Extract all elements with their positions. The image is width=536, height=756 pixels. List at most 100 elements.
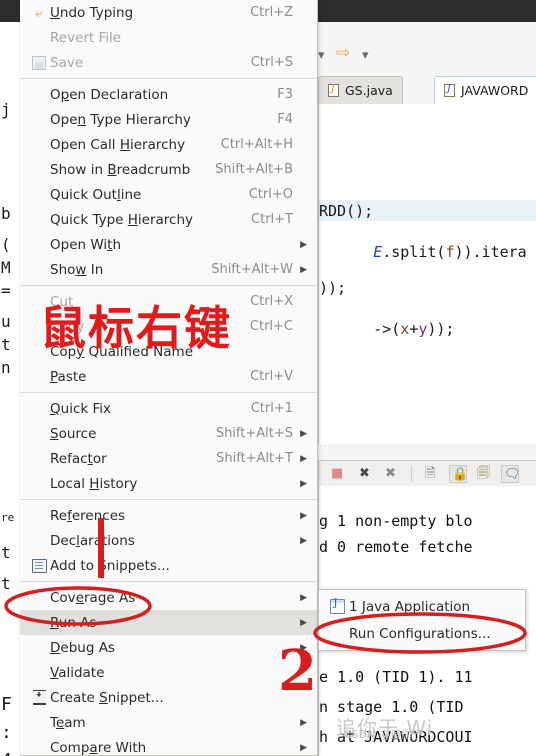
menu-item-label: Declarations (50, 532, 135, 549)
menu-item-local-history[interactable]: Local History ▶ (20, 471, 317, 496)
menu-item-refactor[interactable]: Refactor Shift+Alt+T ▶ (20, 446, 317, 471)
tab-label: JAVAWORD (461, 83, 529, 98)
menu-item-source[interactable]: Source Shift+Alt+S ▶ (20, 421, 317, 446)
java-file-icon (444, 83, 456, 98)
java-file-warning-icon (328, 83, 340, 98)
menu-separator (20, 285, 317, 286)
menu-item-coverage-as[interactable]: Coverage As ▶ (20, 585, 317, 610)
menu-item-open-with[interactable]: Open With ▶ (20, 232, 317, 257)
toolbar-dropdown-caret-icon[interactable]: ▾ (318, 48, 325, 63)
code-line: ->(x+y)); (373, 320, 455, 338)
menu-item-create-snippet[interactable]: Create Snippet...▶ (20, 685, 317, 710)
menu-item-label: Open Type Hierarchy (50, 111, 191, 128)
submenu-arrow-icon: ▶ (300, 592, 307, 603)
code-editor[interactable]: RDD(); E.split(f)).itera )); ->(x+y)); (318, 104, 536, 444)
console-line: d 0 remote fetche (319, 538, 473, 556)
forward-arrow-icon[interactable]: ⇨ (336, 43, 350, 63)
menu-item-label: Source (50, 425, 97, 442)
menu-item-declarations[interactable]: Declarations ▶ (20, 528, 317, 553)
clear-console-icon[interactable]: 🗎 (423, 465, 441, 483)
menu-item-label: Quick Type Hierarchy (50, 211, 194, 228)
menu-item-save: SaveCtrl+S▶ (20, 50, 317, 75)
scroll-lock-icon[interactable]: 🔒 (449, 465, 468, 483)
context-menu[interactable]: ⤷Undo TypingCtrl+Z▶Revert File▶ Save Ctrl+… (20, 0, 318, 756)
tab-gs-java[interactable]: GS.java (318, 76, 403, 104)
menu-item-accelerator: Ctrl+O (248, 187, 293, 202)
chinese-annotation: 鼠标右键 (40, 301, 232, 355)
submenu-arrow-icon: ▶ (300, 617, 307, 628)
console-line: g 1 non-empty blo (319, 512, 473, 530)
menu-item-run-as[interactable]: Run As ▶ (20, 610, 317, 635)
menu-item-label: Compare With (50, 739, 147, 756)
menu-item-label: Save (50, 54, 84, 71)
menu-item-label: Coverage As (50, 589, 136, 606)
code-line: )); (319, 279, 347, 297)
menu-item-label: Run As (50, 614, 97, 631)
console-line: e 1.0 (TID 1). 11 (319, 668, 473, 686)
undo-icon: ⤷ (35, 4, 43, 21)
display-selected-console-icon[interactable]: 🗨 (501, 465, 521, 483)
menu-item-quick-type-hierarchy[interactable]: Quick Type HierarchyCtrl+T▶ (20, 207, 317, 232)
menu-item-revert-file: Revert File▶ (20, 25, 317, 50)
menu-item-accelerator: Ctrl+Z (250, 5, 293, 20)
menu-item-accelerator: Ctrl+S (250, 55, 293, 70)
submenu-item-label: 1 Java Application (349, 598, 471, 615)
submenu-item-run-configurations[interactable]: Run Configurations... (319, 620, 525, 647)
menu-item-open-type-hierarchy[interactable]: Open Type HierarchyF4▶ (20, 107, 317, 132)
menu-item-accelerator: Shift+Alt+W (211, 262, 293, 277)
tab-javaword[interactable]: JAVAWORD (434, 76, 536, 104)
menu-item-label: Local History (50, 475, 138, 492)
menu-item-accelerator: F4 (277, 112, 293, 127)
menu-item-validate[interactable]: Validate▶ (20, 660, 317, 685)
menu-item-label: Open Call Hierarchy (50, 136, 186, 153)
menu-item-label: Show in Breadcrumb (50, 161, 191, 178)
submenu-arrow-icon: ▶ (300, 428, 307, 439)
console-toolbar: ■ ✖ ✖ 🗎 🔒 🗐 🗨 (318, 460, 536, 487)
code-line: RDD(); (319, 202, 374, 220)
menu-separator (20, 581, 317, 582)
toolbar-menu-caret-icon[interactable]: ▾ (362, 48, 369, 63)
menu-item-open-call-hierarchy[interactable]: Open Call HierarchyCtrl+Alt+H▶ (20, 132, 317, 157)
menu-item-add-to-snippets[interactable]: Add to Snippets...▶ (20, 553, 317, 578)
menu-item-label: Quick Outline (50, 186, 142, 203)
submenu-arrow-icon: ▶ (300, 478, 307, 489)
menu-item-team[interactable]: Team ▶ (20, 710, 317, 735)
menu-separator (20, 392, 317, 393)
menu-item-references[interactable]: References ▶ (20, 503, 317, 528)
menu-item-compare-with[interactable]: Compare With ▶ (20, 735, 317, 756)
menu-item-open-declaration[interactable]: Open DeclarationF3▶ (20, 82, 317, 107)
submenu-arrow-icon: ▶ (300, 717, 307, 728)
java-application-icon (325, 598, 349, 614)
submenu-arrow-icon: ▶ (300, 510, 307, 521)
menu-item-show-in[interactable]: Show In Shift+Alt+W ▶ (20, 257, 317, 282)
menu-item-label: Quick Fix (50, 400, 112, 417)
editor-left-gutter: j b ( M = u t n re t t F : 4 (0, 22, 21, 756)
submenu-item-label: Run Configurations... (349, 625, 491, 642)
menu-item-quick-fix[interactable]: Quick FixCtrl+1▶ (20, 396, 317, 421)
menu-item-paste[interactable]: PasteCtrl+V▶ (20, 364, 317, 389)
menu-item-accelerator: Ctrl+1 (250, 401, 293, 416)
run-as-submenu[interactable]: 1 Java Application Run Configurations... (318, 589, 526, 651)
menu-item-label: Validate (50, 664, 105, 681)
remove-all-terminated-icon[interactable]: ✖ (383, 465, 401, 483)
show-console-on-output-icon[interactable]: 🗐 (475, 465, 493, 483)
menu-item-quick-outline[interactable]: Quick OutlineCtrl+O▶ (20, 182, 317, 207)
submenu-item-1-java-application[interactable]: 1 Java Application (319, 593, 525, 620)
menu-item-label: Open With (50, 236, 122, 253)
menu-item-accelerator: Shift+Alt+B (215, 162, 293, 177)
terminate-icon[interactable]: ■ (329, 465, 347, 483)
menu-item-label: References (50, 507, 126, 524)
menu-item-label: Create Snippet... (50, 689, 164, 706)
menu-item-label: Debug As (50, 639, 115, 656)
menu-separator (20, 78, 317, 79)
menu-item-undo-typing[interactable]: ⤷Undo TypingCtrl+Z▶ (20, 0, 317, 25)
menu-item-show-in-breadcrumb[interactable]: Show in BreadcrumbShift+Alt+B▶ (20, 157, 317, 182)
menu-item-debug-as[interactable]: Debug As ▶ (20, 635, 317, 660)
submenu-arrow-icon: ▶ (300, 535, 307, 546)
step-number-annotation: 2 (278, 638, 317, 704)
editor-tabstrip: GS.java JAVAWORD (318, 76, 536, 104)
remove-launch-icon[interactable]: ✖ (357, 465, 375, 483)
editor-toolbar: ▾ ⇨ ▾ (316, 40, 536, 70)
tab-label: GS.java (345, 83, 393, 98)
menu-item-accelerator: Shift+Alt+T (216, 451, 293, 466)
